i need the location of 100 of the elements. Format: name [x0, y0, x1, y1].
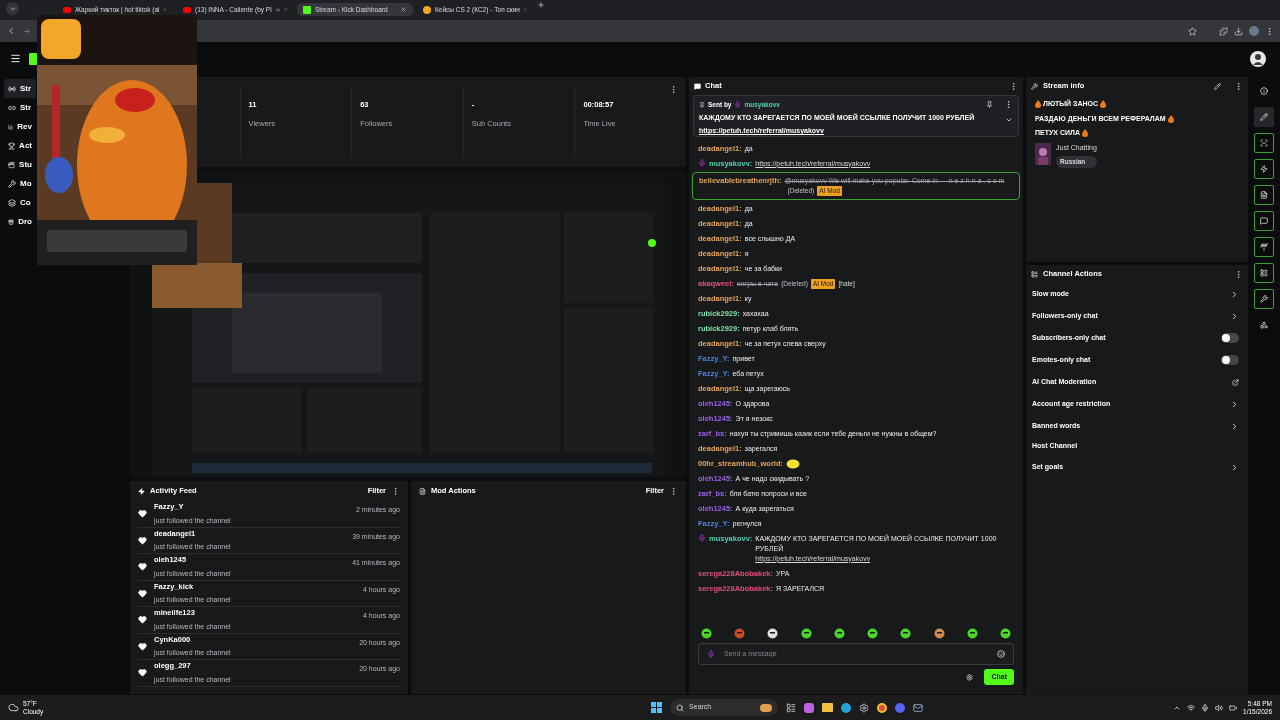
list-icon	[1260, 269, 1268, 277]
chevron-right-icon	[1230, 421, 1239, 431]
emote-icon[interactable]	[833, 628, 845, 639]
wrench-icon	[8, 179, 16, 188]
copilot-icon[interactable]	[804, 702, 815, 713]
task-view-icon[interactable]	[786, 702, 797, 713]
sidebar-tool-button[interactable]	[1254, 159, 1274, 179]
edge-icon[interactable]	[841, 702, 852, 713]
wrench-icon	[1031, 82, 1038, 90]
shapes-icon	[1260, 321, 1268, 329]
sidebar-item[interactable]: Co	[4, 193, 36, 212]
expand-icon[interactable]	[1005, 116, 1013, 124]
sidebar-tool-button[interactable]	[1254, 237, 1274, 257]
bolt-icon	[1260, 165, 1268, 173]
more-menu-icon[interactable]	[1234, 81, 1243, 91]
tab-list-button[interactable]	[6, 2, 19, 15]
sidebar-item[interactable]: Str	[4, 98, 36, 117]
heart-icon	[138, 668, 147, 678]
chevron-right-icon	[1230, 311, 1239, 321]
kick-icon	[303, 5, 311, 14]
speaker-icon[interactable]	[275, 5, 280, 14]
sidebar-tool-button[interactable]	[1254, 211, 1274, 231]
list-icon	[1031, 270, 1038, 278]
chrome-icon[interactable]	[877, 702, 888, 713]
more-menu-icon[interactable]	[669, 486, 678, 496]
extensions-icon[interactable]	[1219, 26, 1228, 36]
emote-icon[interactable]	[800, 628, 812, 639]
food-icon	[760, 703, 773, 712]
profile-avatar[interactable]	[1249, 26, 1259, 36]
gift-icon	[8, 217, 15, 226]
heart-icon	[138, 615, 147, 625]
settings-icon[interactable]	[859, 702, 870, 713]
external-link-icon	[1232, 378, 1239, 386]
browser-menu-icon[interactable]	[1265, 26, 1274, 36]
chevron-right-icon	[1230, 462, 1239, 472]
heart-icon	[138, 535, 147, 545]
emote-icon[interactable]	[701, 628, 712, 639]
chat-icon	[694, 82, 701, 90]
back-icon[interactable]	[6, 26, 16, 36]
sidebar-item[interactable]: Stu	[4, 155, 36, 174]
more-menu-icon[interactable]	[391, 486, 400, 496]
sidebar-tool-button[interactable]	[1254, 289, 1274, 309]
emote-icon[interactable]	[867, 628, 879, 639]
toggle-switch[interactable]	[1221, 333, 1239, 343]
wifi-icon[interactable]	[1187, 703, 1196, 712]
sidebar-item[interactable]: Rev	[4, 117, 36, 136]
chat-icon	[1260, 217, 1268, 225]
fire-icon	[1100, 100, 1107, 109]
emote-icon[interactable]	[966, 628, 978, 639]
menu-icon[interactable]	[10, 53, 21, 64]
battery-icon[interactable]	[1229, 703, 1238, 712]
fire-icon	[1082, 129, 1088, 138]
emote-icon[interactable]	[900, 628, 912, 639]
volume-icon[interactable]	[1215, 703, 1224, 712]
emote-icon[interactable]	[933, 628, 945, 639]
microphone-icon	[698, 533, 706, 542]
trophy-icon	[8, 141, 16, 150]
sidebar-item[interactable]: Dro	[4, 212, 36, 231]
windows-icon[interactable]	[651, 702, 663, 713]
chart-icon	[8, 122, 14, 131]
close-icon[interactable]	[400, 6, 407, 13]
more-menu-icon[interactable]	[1234, 269, 1243, 279]
layers-icon	[8, 198, 16, 207]
logo-icon[interactable]	[29, 52, 39, 65]
edit-icon[interactable]	[1214, 82, 1221, 90]
discord-icon[interactable]	[895, 702, 906, 713]
sidebar-item[interactable]: Str	[4, 79, 36, 98]
bookmark-icon[interactable]	[1188, 26, 1197, 36]
microphone-icon	[734, 101, 742, 109]
sidebar-item[interactable]: Mo	[4, 174, 36, 193]
emote-icon[interactable]	[767, 628, 779, 639]
chevron-right-icon	[1230, 289, 1239, 299]
heart-icon	[138, 509, 147, 519]
pin-icon	[699, 101, 705, 108]
new-tab-icon[interactable]	[537, 1, 545, 9]
sidebar-tool-button[interactable]	[1254, 107, 1274, 127]
search-icon	[676, 703, 685, 712]
sidebar-tool-button[interactable]	[1254, 263, 1274, 283]
sidebar-item[interactable]: Act	[4, 136, 36, 155]
document-icon	[1260, 191, 1268, 199]
microphone-icon	[698, 158, 706, 167]
folder-icon[interactable]	[822, 703, 834, 712]
scan-icon	[1260, 139, 1268, 147]
emote-icon	[786, 458, 801, 469]
link-icon	[8, 103, 16, 112]
unpin-icon[interactable]	[986, 101, 993, 109]
download-icon[interactable]	[1234, 26, 1243, 36]
emoji-icon[interactable]	[997, 650, 1005, 658]
sidebar-tool-button[interactable]	[1254, 185, 1274, 205]
document-icon	[419, 487, 426, 495]
antenna-icon	[1260, 243, 1268, 251]
more-menu-icon[interactable]	[669, 85, 678, 94]
emote-icon[interactable]	[999, 628, 1011, 639]
toggle-switch[interactable]	[1221, 355, 1239, 365]
clapperboard-icon	[8, 160, 16, 169]
microphone-icon[interactable]	[1201, 703, 1210, 712]
sidebar-tool-button[interactable]	[1254, 133, 1274, 153]
user-avatar[interactable]	[1250, 50, 1266, 67]
weather-icon[interactable]	[8, 702, 19, 713]
video-icon	[183, 6, 191, 13]
